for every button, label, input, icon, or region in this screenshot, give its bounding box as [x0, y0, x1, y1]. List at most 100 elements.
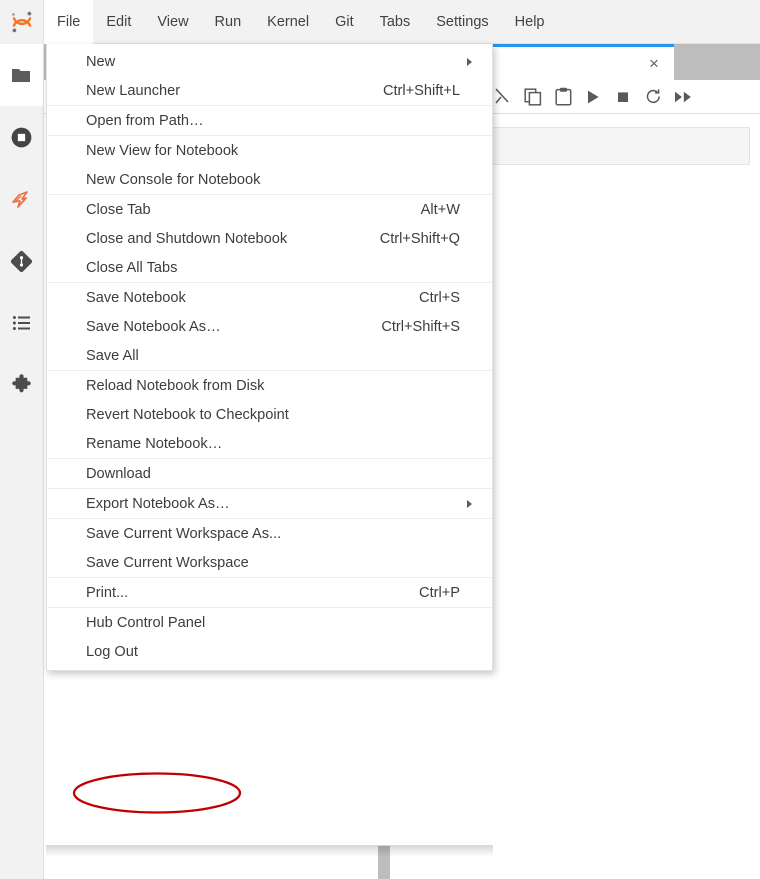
menu-item-new-view-for-notebook[interactable]: New View for Notebook	[47, 136, 492, 165]
copy-button[interactable]	[518, 83, 548, 111]
menu-item-label: Save All	[86, 347, 139, 364]
menu-item-label: Rename Notebook…	[86, 435, 223, 452]
menu-item-close-and-shutdown-notebook[interactable]: Close and Shutdown Notebook Ctrl+Shift+Q	[47, 224, 492, 253]
menu-item-shortcut: Ctrl+Shift+L	[382, 82, 460, 99]
file-menu-group-views: New View for Notebook New Console for No…	[47, 135, 492, 194]
restart-run-all-button[interactable]	[668, 83, 698, 111]
menu-item-new-launcher[interactable]: New Launcher Ctrl+Shift+L	[47, 76, 492, 105]
menu-item-shortcut: Ctrl+Shift+Q	[379, 230, 460, 247]
menu-item-label: Close and Shutdown Notebook	[86, 230, 288, 247]
menu-item-new-console-for-notebook[interactable]: New Console for Notebook	[47, 165, 492, 194]
folder-icon	[12, 69, 30, 82]
file-menu-group-save: Save Notebook Ctrl+S Save Notebook As… C…	[47, 282, 492, 370]
menu-item-rename-notebook[interactable]: Rename Notebook…	[47, 429, 492, 458]
menubar-item-label: Settings	[436, 14, 489, 30]
menubar-item-label: View	[157, 14, 189, 30]
menu-item-log-out[interactable]: Log Out	[47, 637, 492, 666]
menubar-item-label: Help	[514, 14, 545, 30]
close-icon[interactable]: ×	[644, 54, 664, 74]
menu-item-print[interactable]: Print... Ctrl+P	[47, 578, 492, 607]
sidebar-item-running-sessions[interactable]	[0, 106, 43, 168]
running-terminals-icon	[11, 127, 32, 147]
menu-item-label: Log Out	[86, 643, 138, 660]
stop-square-icon	[618, 91, 628, 102]
menubar-item-tabs[interactable]: Tabs	[367, 0, 424, 44]
menu-drop-shadow	[46, 845, 493, 857]
clipboard-icon	[554, 87, 571, 106]
sidebar-item-dask-panel[interactable]	[0, 168, 43, 230]
menu-item-revert-notebook-to-checkpoint[interactable]: Revert Notebook to Checkpoint	[47, 400, 492, 429]
file-menu-group-workspace: Save Current Workspace As... Save Curren…	[47, 518, 492, 577]
chevron-right-icon	[467, 499, 472, 508]
menu-item-label: Close Tab	[86, 201, 151, 218]
menubar-item-view[interactable]: View	[144, 0, 201, 44]
menu-item-reload-notebook-from-disk[interactable]: Reload Notebook from Disk	[47, 371, 492, 400]
jupyter-logo-icon[interactable]	[0, 0, 44, 44]
run-button[interactable]	[578, 83, 608, 111]
menu-bar: File Edit View Run Kernel Git Tabs Setti…	[0, 0, 760, 44]
menu-item-shortcut: Alt+W	[420, 201, 460, 218]
menubar-item-label: Edit	[106, 14, 132, 30]
jupyterlab-window: File Edit View Run Kernel Git Tabs Setti…	[0, 0, 760, 879]
menubar-item-label: Run	[214, 14, 242, 30]
menu-item-save-current-workspace-as[interactable]: Save Current Workspace As...	[47, 519, 492, 548]
menu-item-label: Save Current Workspace	[86, 554, 249, 571]
sidebar-item-extension-manager[interactable]	[0, 354, 43, 416]
menubar-item-label: File	[57, 14, 81, 30]
menu-item-close-tab[interactable]: Close Tab Alt+W	[47, 195, 492, 224]
scissors-icon	[495, 88, 509, 104]
menubar-item-label: Kernel	[267, 14, 310, 30]
menubar-item-git[interactable]: Git	[322, 0, 367, 44]
git-icon	[10, 250, 33, 272]
refresh-icon	[646, 89, 660, 104]
file-menu-group-close: Close Tab Alt+W Close and Shutdown Noteb…	[47, 194, 492, 282]
menubar-item-file[interactable]: File	[44, 0, 94, 44]
menu-item-export-notebook-as[interactable]: Export Notebook As…	[47, 489, 492, 518]
menu-item-open-from-path[interactable]: Open from Path…	[47, 106, 492, 135]
menu-item-new[interactable]: New	[47, 47, 492, 76]
menubar-item-help[interactable]: Help	[502, 0, 558, 44]
left-sidebar	[0, 44, 44, 879]
file-menu-group-print: Print... Ctrl+P	[47, 577, 492, 607]
menu-item-label: Save Notebook As…	[86, 318, 221, 335]
restart-button[interactable]	[638, 83, 668, 111]
menu-item-save-notebook-as[interactable]: Save Notebook As… Ctrl+Shift+S	[47, 312, 492, 341]
menu-item-label: Print...	[86, 584, 129, 601]
menubar-item-kernel[interactable]: Kernel	[254, 0, 322, 44]
menu-item-label: New Console for Notebook	[86, 171, 261, 188]
menu-item-download[interactable]: Download	[47, 459, 492, 488]
menu-item-label: Save Current Workspace As...	[86, 525, 282, 542]
menu-item-shortcut: Ctrl+Shift+S	[381, 318, 460, 335]
play-icon	[588, 90, 599, 103]
file-menu-group-hub: Hub Control Panel Log Out	[47, 607, 492, 666]
sidebar-item-file-browser[interactable]	[0, 44, 43, 106]
menu-item-save-notebook[interactable]: Save Notebook Ctrl+S	[47, 283, 492, 312]
file-menu-group-download: Download	[47, 458, 492, 488]
menu-item-label: Close All Tabs	[86, 259, 178, 276]
menu-item-label: New	[86, 53, 116, 70]
menubar-item-settings[interactable]: Settings	[423, 0, 501, 44]
sidebar-item-table-of-contents[interactable]	[0, 292, 43, 354]
paste-button[interactable]	[548, 83, 578, 111]
dask-logo-icon	[11, 191, 28, 208]
menu-item-shortcut: Ctrl+S	[419, 289, 460, 306]
file-menu-group-new: New New Launcher Ctrl+Shift+L	[47, 47, 492, 105]
menubar-item-label: Tabs	[379, 14, 411, 30]
stop-button[interactable]	[608, 83, 638, 111]
file-menu-group-reload: Reload Notebook from Disk Revert Noteboo…	[47, 370, 492, 458]
menu-item-shortcut: Ctrl+P	[419, 584, 460, 601]
menu-item-save-all[interactable]: Save All	[47, 341, 492, 370]
menu-item-hub-control-panel[interactable]: Hub Control Panel	[47, 608, 492, 637]
menu-item-label: Download	[86, 465, 151, 482]
list-icon	[12, 316, 30, 330]
menubar-item-run[interactable]: Run	[202, 0, 255, 44]
copy-icon	[524, 87, 542, 106]
menu-item-label: Hub Control Panel	[86, 614, 206, 631]
file-menu-group-open: Open from Path…	[47, 105, 492, 135]
menubar-item-edit[interactable]: Edit	[93, 0, 144, 44]
sidebar-item-git-panel[interactable]	[0, 230, 43, 292]
menu-item-save-current-workspace[interactable]: Save Current Workspace	[47, 548, 492, 577]
menu-item-label: Open from Path…	[86, 112, 204, 129]
menu-item-close-all-tabs[interactable]: Close All Tabs	[47, 253, 492, 282]
jupyter-logo-svg	[11, 11, 31, 33]
